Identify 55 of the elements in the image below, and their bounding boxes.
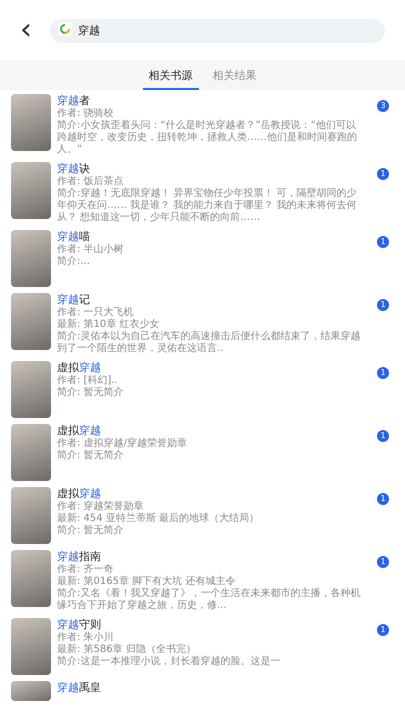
- search-field[interactable]: 穿越: [50, 18, 385, 43]
- book-info-line: 简介:这是一本推理小说，封长着穿越的脸。这是一: [57, 656, 282, 668]
- book-cover[interactable]: [11, 230, 51, 287]
- book-info-line: 简介:小女孩歪着头问：“什么是时光穿越者？”岳教授说：“他们可以跨越时空，改变历史，扭转乾坤，拯救人类……他们是和时间赛跑的人。”: [57, 120, 358, 156]
- book-cover[interactable]: [11, 424, 51, 481]
- book-info-line: 最新: 第10章 红衣少女: [57, 319, 160, 330]
- book-info-line: 简介:穿越！无底限穿越！ 异界宝物任少年投票！ 可，隔壁胡同的少年仰天在问…… 我是谁？ 我的能力来自于哪里？ 我的未来将何去何从？ 想知道这一切，少年只能不断的向前……: [57, 188, 358, 224]
- book-info-line: 作者: 朱小川: [57, 632, 115, 644]
- book-info-line: 简介:...: [57, 256, 91, 268]
- book-info-line: 最新: 454 亚特兰蒂斯 最后的地球（大结局）: [57, 513, 260, 524]
- book-info-line: 最新: 第586章 归隐（全书完）: [57, 644, 197, 656]
- book-title[interactable]: 穿越诀: [57, 162, 371, 176]
- count-badge: 3: [377, 100, 389, 112]
- book-info-line: 作者: 齐一奇: [57, 564, 115, 576]
- count-badge: 1: [377, 299, 389, 311]
- book-info-line: 作者: 穿越荣誉勋章: [57, 501, 145, 512]
- book-info-line: 作者: 半山小树: [57, 244, 125, 256]
- count-badge: 1: [377, 430, 389, 442]
- book-info-line: 作者: 虚拟穿越/穿越荣誉勋章: [57, 438, 188, 450]
- book-title[interactable]: 穿越指南: [57, 550, 371, 564]
- count-badge: 1: [377, 367, 389, 379]
- book-cover[interactable]: [11, 550, 51, 607]
- book-title[interactable]: 虚拟穿越: [57, 361, 371, 375]
- book-info-line: 作者: 骁骑校: [57, 108, 115, 120]
- book-cover[interactable]: [11, 293, 51, 350]
- book-info-line: 作者: 饭后茶点: [57, 176, 125, 188]
- book-title[interactable]: 穿越守则: [57, 618, 371, 632]
- book-cover[interactable]: [11, 681, 51, 701]
- book-info-line: 简介:灵佑本以为自己在汽车的高速撞击后便什么都结束了，结果穿越到了一个陌生的世界，灵佑在这语言..: [57, 331, 362, 355]
- book-info-line: 最新: 第0165章 脚下有大坑 还有城主令: [57, 576, 236, 588]
- book-title[interactable]: 穿越记: [57, 293, 371, 307]
- book-info-line: 作者: [科幻]..: [57, 375, 119, 386]
- book-info-line: 简介: 暂无简介: [57, 387, 125, 399]
- book-info-line: 简介: 暂无简介: [57, 450, 125, 462]
- book-cover[interactable]: [11, 162, 51, 219]
- book-title[interactable]: 穿越禹皇: [57, 681, 389, 695]
- count-badge: 1: [377, 624, 389, 636]
- book-title[interactable]: 虚拟穿越: [57, 487, 371, 501]
- book-info-line: 作者: 一只大飞机: [57, 307, 135, 318]
- back-button[interactable]: ‹: [14, 15, 38, 45]
- count-badge: 1: [377, 493, 389, 505]
- book-title[interactable]: 穿越喵: [57, 230, 371, 244]
- book-title[interactable]: 穿越者: [57, 94, 371, 108]
- tab[interactable]: 相关书源: [142, 64, 198, 90]
- book-cover[interactable]: [11, 487, 51, 544]
- book-title[interactable]: 虚拟穿越: [57, 424, 371, 438]
- count-badge: 1: [377, 236, 389, 248]
- book-info-line: 简介:又名《看！我又穿越了》，一个生活在未来都市的主播，各种机缘巧合下开始了穿越之旅，历史，修...: [57, 588, 362, 612]
- ring-logo-icon: [58, 22, 72, 36]
- book-cover[interactable]: [11, 618, 51, 675]
- book-cover[interactable]: [11, 361, 51, 418]
- book-info-line: 简介: 暂无简介: [57, 525, 125, 537]
- count-badge: 1: [377, 168, 389, 180]
- book-cover[interactable]: [11, 94, 51, 151]
- count-badge: 1: [377, 556, 389, 568]
